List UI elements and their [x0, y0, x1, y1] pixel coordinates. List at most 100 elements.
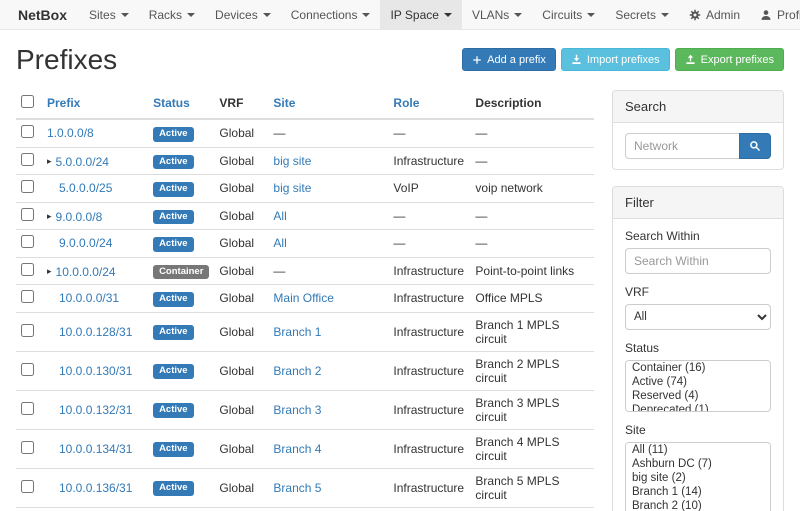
- status-badge: Active: [153, 325, 194, 340]
- search-input[interactable]: [625, 133, 739, 159]
- select-option[interactable]: Active (74): [626, 375, 770, 389]
- menu-ip-space[interactable]: IP Space: [380, 0, 461, 29]
- status-cell: Active: [148, 429, 214, 468]
- import-prefixes-button[interactable]: Import prefixes: [561, 48, 670, 71]
- chevron-down-icon: [514, 13, 522, 17]
- column-header-site[interactable]: Site: [268, 90, 388, 119]
- row-select-cell: [16, 507, 42, 511]
- prefix-cell: 9.0.0.0/24: [42, 230, 148, 258]
- row-checkbox[interactable]: [21, 125, 34, 138]
- table-row: ▸5.0.0.0/24ActiveGlobalbig siteInfrastru…: [16, 147, 594, 175]
- prefix-link[interactable]: 10.0.0.0/24: [56, 265, 116, 279]
- menu-connections[interactable]: Connections: [281, 0, 381, 29]
- menu-label: Devices: [215, 8, 258, 22]
- search-panel-title: Search: [613, 91, 783, 123]
- select-option[interactable]: big site (2): [626, 471, 770, 485]
- main-menu: SitesRacks Devices ConnectionsIP SpaceVLAN…: [79, 0, 679, 29]
- vrf-select[interactable]: All: [625, 304, 771, 330]
- menu-racks[interactable]: Racks: [139, 0, 205, 29]
- vrf-cell: Global: [214, 351, 268, 390]
- admin-menu-item[interactable]: Admin: [679, 0, 750, 29]
- prefix-link[interactable]: 10.0.0.132/31: [59, 403, 132, 417]
- menu-sites[interactable]: Sites: [79, 0, 139, 29]
- prefix-link[interactable]: 10.0.0.134/31: [59, 442, 132, 456]
- row-checkbox[interactable]: [21, 235, 34, 248]
- row-select-cell: [16, 351, 42, 390]
- brand-logo[interactable]: NetBox: [6, 0, 79, 29]
- chevron-down-icon: [444, 13, 452, 17]
- column-sort-link[interactable]: Site: [273, 96, 295, 110]
- row-checkbox[interactable]: [21, 480, 34, 493]
- prefix-link[interactable]: 10.0.0.128/31: [59, 325, 132, 339]
- profile-menu-item[interactable]: Profile: [750, 0, 800, 29]
- site-link[interactable]: Main Office: [273, 291, 333, 305]
- row-checkbox[interactable]: [21, 208, 34, 221]
- column-header-role[interactable]: Role: [388, 90, 470, 119]
- table-row: 10.0.0.136/31ActiveGlobalBranch 5Infrast…: [16, 468, 594, 507]
- add-a-prefix-button[interactable]: Add a prefix: [462, 48, 556, 71]
- column-header-description: Description: [470, 90, 594, 119]
- site-link[interactable]: All: [273, 236, 286, 250]
- menu-devices[interactable]: Devices: [205, 0, 281, 29]
- site-link[interactable]: Branch 2: [273, 364, 321, 378]
- select-option[interactable]: Reserved (4): [626, 389, 770, 403]
- search-button[interactable]: [739, 133, 771, 159]
- menu-circuits[interactable]: Circuits: [532, 0, 605, 29]
- prefix-link[interactable]: 1.0.0.0/8: [47, 126, 94, 140]
- column-sort-link[interactable]: Prefix: [47, 96, 80, 110]
- table-row: 10.0.0.130/31ActiveGlobalBranch 2Infrast…: [16, 351, 594, 390]
- row-checkbox[interactable]: [21, 402, 34, 415]
- status-multiselect[interactable]: Container (16)Active (74)Reserved (4)Dep…: [625, 360, 771, 412]
- site-multiselect[interactable]: All (11)Ashburn DC (7)big site (2)Branch…: [625, 442, 771, 511]
- prefix-link[interactable]: 10.0.0.136/31: [59, 481, 132, 495]
- search-within-input[interactable]: [625, 248, 771, 274]
- row-checkbox[interactable]: [21, 363, 34, 376]
- chevron-down-icon: [362, 13, 370, 17]
- site-link[interactable]: Branch 3: [273, 403, 321, 417]
- prefix-link[interactable]: 9.0.0.0/24: [59, 236, 112, 250]
- prefixes-table: PrefixStatusVRFSiteRoleDescription 1.0.0…: [16, 90, 594, 511]
- prefix-link[interactable]: 5.0.0.0/24: [56, 155, 109, 169]
- table-row: ▸10.0.0.0/24ContainerGlobal—Infrastructu…: [16, 257, 594, 285]
- menu-label: Admin: [706, 8, 740, 22]
- site-link[interactable]: Branch 1: [273, 325, 321, 339]
- site-cell: Main Office: [268, 285, 388, 313]
- prefix-link[interactable]: 5.0.0.0/25: [59, 181, 112, 195]
- select-option[interactable]: Branch 2 (10): [626, 499, 770, 511]
- select-option[interactable]: Ashburn DC (7): [626, 457, 770, 471]
- row-checkbox[interactable]: [21, 180, 34, 193]
- row-select-cell: [16, 390, 42, 429]
- column-header-prefix[interactable]: Prefix: [42, 90, 148, 119]
- prefix-link[interactable]: 10.0.0.130/31: [59, 364, 132, 378]
- status-cell: Active: [148, 119, 214, 147]
- row-checkbox[interactable]: [21, 153, 34, 166]
- site-link[interactable]: big site: [273, 181, 311, 195]
- prefix-cell: 5.0.0.0/25: [42, 175, 148, 203]
- select-option[interactable]: All (11): [626, 443, 770, 457]
- select-option[interactable]: Branch 1 (14): [626, 485, 770, 499]
- column-sort-link[interactable]: Role: [393, 96, 419, 110]
- site-link[interactable]: All: [273, 209, 286, 223]
- select-option[interactable]: Deprecated (1): [626, 403, 770, 412]
- prefix-cell: 10.0.0.136/31: [42, 468, 148, 507]
- menu-secrets[interactable]: Secrets: [605, 0, 679, 29]
- site-link[interactable]: Branch 4: [273, 442, 321, 456]
- column-header-status[interactable]: Status: [148, 90, 214, 119]
- role-cell: Infrastructure: [388, 312, 470, 351]
- prefix-link[interactable]: 9.0.0.0/8: [56, 210, 103, 224]
- expand-caret-icon: ▸: [47, 156, 52, 167]
- row-checkbox[interactable]: [21, 324, 34, 337]
- status-cell: Active: [148, 390, 214, 429]
- row-checkbox[interactable]: [21, 290, 34, 303]
- menu-vlans[interactable]: VLANs: [462, 0, 532, 29]
- select-option[interactable]: Container (16): [626, 361, 770, 375]
- select-all-checkbox[interactable]: [21, 95, 34, 108]
- site-link[interactable]: Branch 5: [273, 481, 321, 495]
- site-link[interactable]: big site: [273, 154, 311, 168]
- row-checkbox[interactable]: [21, 263, 34, 276]
- column-sort-link[interactable]: Status: [153, 96, 190, 110]
- export-prefixes-button[interactable]: Export prefixes: [675, 48, 784, 71]
- prefix-link[interactable]: 10.0.0.0/31: [59, 291, 119, 305]
- chevron-down-icon: [263, 13, 271, 17]
- row-checkbox[interactable]: [21, 441, 34, 454]
